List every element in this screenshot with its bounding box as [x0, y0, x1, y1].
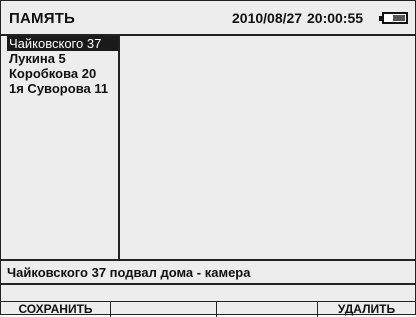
record-description: Чайковского 37 подвал дома - камера: [7, 265, 251, 280]
device-screen: ПАМЯТЬ 2010/08/27 20:00:55 Чайковского 3…: [0, 0, 416, 317]
page-title: ПАМЯТЬ: [9, 10, 76, 27]
list-item[interactable]: Коробкова 20: [7, 66, 118, 81]
detail-panel: [120, 36, 415, 260]
memory-list: Чайковского 37 Лукина 5 Коробкова 20 1я …: [7, 36, 120, 260]
list-item-selected[interactable]: Чайковского 37: [7, 36, 118, 51]
battery-level: [393, 15, 405, 21]
battery-icon: [379, 12, 408, 24]
date-display: 2010/08/27: [232, 10, 303, 26]
battery-tip: [379, 16, 382, 21]
list-item[interactable]: Лукина 5: [7, 51, 118, 66]
header-bar: ПАМЯТЬ 2010/08/27 20:00:55: [1, 1, 415, 36]
list-item[interactable]: 1я Суворова 11: [7, 81, 118, 96]
time-display: 20:00:55: [307, 10, 364, 26]
info-bar: Чайковского 37 подвал дома - камера: [1, 259, 415, 285]
